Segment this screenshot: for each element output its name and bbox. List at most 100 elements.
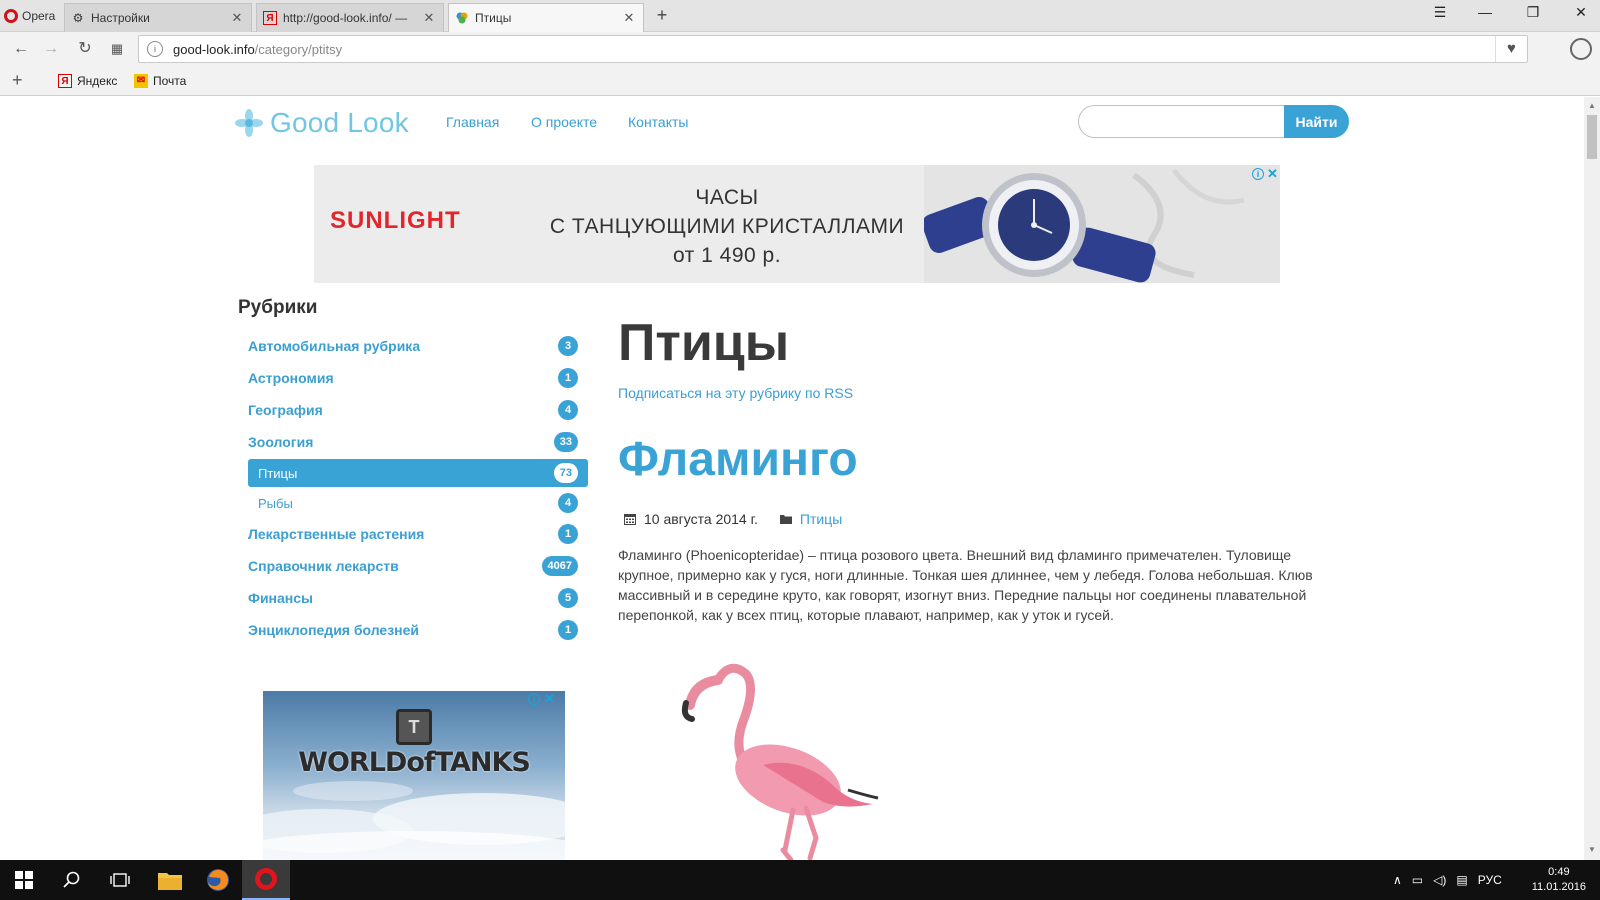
bookmark-yandex[interactable]: Я Яндекс: [58, 74, 117, 88]
explorer-taskbar-button[interactable]: [146, 860, 194, 900]
category-birds[interactable]: Птицы 73: [248, 459, 588, 487]
category-count-badge: 33: [553, 432, 578, 452]
rss-subscribe-link[interactable]: Подписаться на эту рубрику по RSS: [618, 385, 853, 401]
ad-info-icon[interactable]: i: [528, 693, 540, 705]
ad-line-1: ЧАСЫ: [695, 186, 759, 209]
new-tab-button[interactable]: +: [652, 5, 672, 26]
site-info-icon[interactable]: i: [147, 41, 163, 57]
post-title-link[interactable]: Фламинго: [618, 432, 858, 487]
close-icon[interactable]: ✕: [229, 10, 245, 26]
ad-close-icon[interactable]: ✕: [1267, 166, 1278, 182]
scrollbar-thumb[interactable]: [1587, 115, 1597, 159]
category-label: Справочник лекарств: [248, 558, 399, 574]
category-fish[interactable]: Рыбы 4: [248, 490, 588, 516]
category-auto[interactable]: Автомобильная рубрика 3: [248, 333, 588, 359]
site-logo[interactable]: Good Look: [234, 107, 409, 139]
tab-menu-icon[interactable]: ☰: [1425, 4, 1455, 21]
notifications-icon[interactable]: ▤: [1456, 873, 1467, 887]
category-drug-reference[interactable]: Справочник лекарств 4067: [248, 553, 588, 579]
clock[interactable]: 0:49 11.01.2016: [1532, 865, 1586, 895]
bookmark-mail[interactable]: ✉ Почта: [134, 74, 186, 88]
category-label: Птицы: [258, 465, 298, 481]
ad-info-icon[interactable]: i: [1252, 168, 1264, 180]
opera-menu-button[interactable]: Opera: [0, 0, 62, 31]
address-path: /category/ptitsy: [254, 41, 343, 57]
category-label: Энциклопедия болезней: [248, 622, 420, 638]
volume-icon[interactable]: ◁): [1433, 873, 1446, 887]
clock-time: 0:49: [1548, 866, 1570, 878]
tab-bar: Opera ⚙ Настройки ✕ Я http://good-look.i…: [0, 0, 1600, 32]
category-label: Лекарственные растения: [248, 526, 425, 542]
language-indicator[interactable]: РУС: [1478, 873, 1502, 887]
sidebar-ad[interactable]: T WORLDofTANKS i ✕: [263, 691, 565, 860]
tab-birds[interactable]: Птицы ✕: [448, 3, 644, 32]
reload-icon[interactable]: ↻: [74, 38, 96, 60]
scroll-up-arrow-icon[interactable]: ▲: [1588, 101, 1596, 110]
close-icon[interactable]: ✕: [621, 10, 637, 26]
tab-label: Птицы: [475, 11, 512, 25]
category-label: Финансы: [248, 590, 313, 606]
yandex-icon: Я: [263, 11, 277, 25]
tab-good-look[interactable]: Я http://good-look.info/ — ✕: [256, 3, 444, 32]
forward-arrow-icon[interactable]: →: [40, 38, 62, 60]
opera-taskbar-button[interactable]: [242, 860, 290, 900]
close-icon[interactable]: ✕: [421, 10, 437, 26]
gear-icon: ⚙: [72, 11, 84, 25]
post-category-link[interactable]: Птицы: [800, 511, 842, 527]
speed-dial-icon[interactable]: ▦: [106, 38, 128, 60]
chevron-up-icon[interactable]: ∧: [1393, 873, 1402, 887]
wot-emblem-icon: T: [396, 709, 432, 745]
site-favicon: [455, 11, 469, 25]
search-taskbar-button[interactable]: [48, 860, 96, 900]
category-geography[interactable]: География 4: [248, 397, 588, 423]
category-label: Зоология: [248, 434, 314, 450]
search-button[interactable]: Найти: [1284, 105, 1349, 138]
nav-home-link[interactable]: Главная: [446, 114, 499, 130]
minimize-button[interactable]: —: [1470, 4, 1500, 20]
category-count-badge: 1: [558, 368, 578, 388]
category-disease-encyclopedia[interactable]: Энциклопедия болезней 1: [248, 617, 588, 643]
back-arrow-icon[interactable]: ←: [10, 38, 32, 60]
profile-icon[interactable]: [1570, 38, 1592, 60]
nav-about-link[interactable]: О проекте: [531, 114, 597, 130]
logo-text: Good Look: [270, 107, 409, 138]
ad-banner[interactable]: SUNLIGHT ЧАСЫ С ТАНЦУЮЩИМИ КРИСТАЛЛАМИ о…: [314, 165, 1280, 283]
ad-close-icon[interactable]: ✕: [544, 691, 555, 707]
nav-contacts-link[interactable]: Контакты: [628, 114, 688, 130]
category-count-badge: 4067: [541, 556, 578, 576]
add-bookmark-icon[interactable]: +: [12, 70, 23, 91]
opera-logo-icon: [4, 8, 18, 23]
category-label: География: [248, 402, 323, 418]
category-label: Астрономия: [248, 370, 334, 386]
tab-settings[interactable]: ⚙ Настройки ✕: [64, 3, 252, 32]
task-view-icon: [110, 873, 130, 887]
heart-icon[interactable]: ♥: [1495, 36, 1527, 62]
category-label: Автомобильная рубрика: [248, 338, 421, 354]
category-astronomy[interactable]: Астрономия 1: [248, 365, 588, 391]
address-host: good-look.info: [173, 41, 255, 57]
search-input[interactable]: [1078, 105, 1286, 138]
logo-flower-icon: [235, 109, 263, 137]
firefox-taskbar-button[interactable]: [194, 860, 242, 900]
task-view-button[interactable]: [96, 860, 144, 900]
network-icon[interactable]: ▭: [1412, 873, 1423, 887]
restore-button[interactable]: ❐: [1518, 4, 1548, 21]
post-date: 10 августа 2014 г.: [644, 511, 758, 527]
category-medicinal-plants[interactable]: Лекарственные растения 1: [248, 521, 588, 547]
address-bar[interactable]: i good-look.info/category/ptitsy ♥: [138, 35, 1528, 63]
category-count-badge: 1: [558, 524, 578, 544]
bookmark-label: Почта: [153, 74, 187, 88]
windows-taskbar: ∧ ▭ ◁) ▤ РУС 0:49 11.01.2016: [0, 860, 1600, 900]
tab-label: Настройки: [91, 11, 150, 25]
category-zoology[interactable]: Зоология 33: [248, 429, 588, 455]
scroll-down-arrow-icon[interactable]: ▼: [1588, 845, 1596, 854]
category-label: Рыбы: [258, 495, 293, 511]
window-close-button[interactable]: ✕: [1566, 4, 1596, 21]
mail-icon: ✉: [134, 74, 148, 88]
vertical-scrollbar[interactable]: ▲ ▼: [1584, 97, 1600, 860]
category-finance[interactable]: Финансы 5: [248, 585, 588, 611]
bookmarks-bar: + Я Яндекс ✉ Почта: [0, 66, 1600, 96]
category-count-badge: 73: [553, 463, 578, 483]
start-button[interactable]: [0, 860, 48, 900]
firefox-icon: [207, 869, 229, 891]
